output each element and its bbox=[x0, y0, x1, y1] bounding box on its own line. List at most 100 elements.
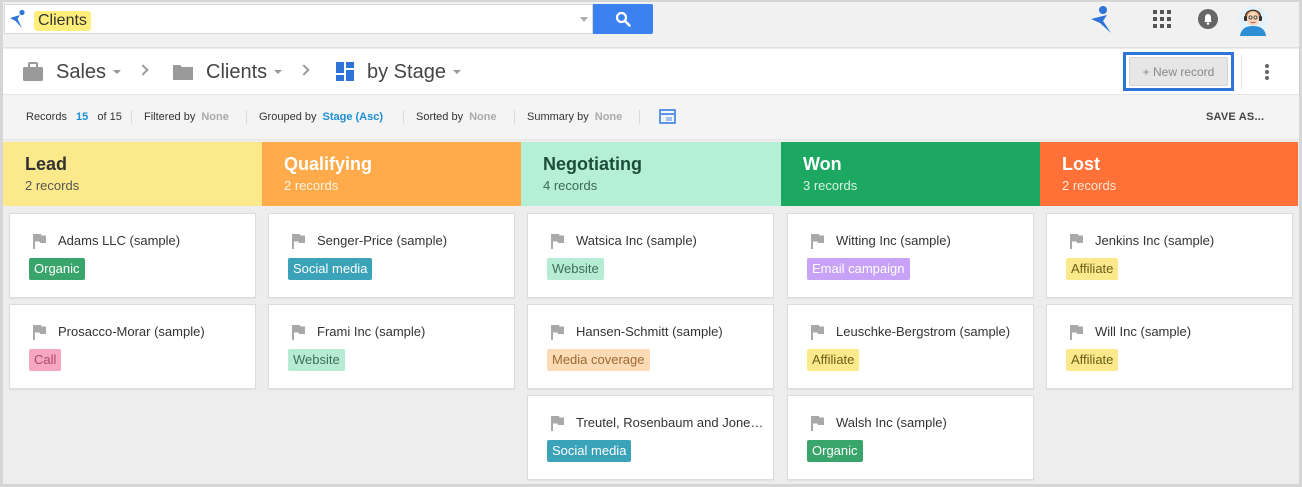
new-record-button[interactable]: + New record bbox=[1129, 57, 1228, 86]
sorted-by-control[interactable]: Sorted by None bbox=[416, 111, 497, 124]
record-card[interactable]: Witting Inc (sample) Email campaign bbox=[787, 213, 1034, 298]
flag-icon[interactable] bbox=[550, 324, 565, 340]
record-name[interactable]: Treutel, Rosenbaum and Jones (sample) bbox=[576, 415, 764, 431]
divider bbox=[403, 110, 404, 124]
record-name[interactable]: Jenkins Inc (sample) bbox=[1095, 233, 1283, 249]
record-card[interactable]: Leuschke-Bergstrom (sample) Affiliate bbox=[787, 304, 1034, 389]
column-record-count: 3 records bbox=[803, 178, 858, 193]
flag-icon[interactable] bbox=[550, 415, 565, 431]
source-tag: Social media bbox=[547, 440, 632, 462]
breadcrumb-clients[interactable]: Clients bbox=[206, 59, 283, 85]
app-logo-icon bbox=[10, 9, 25, 28]
record-card[interactable]: Jenkins Inc (sample) Affiliate bbox=[1046, 213, 1293, 298]
kanban-view-icon bbox=[336, 62, 354, 81]
divider bbox=[639, 110, 640, 124]
flag-icon[interactable] bbox=[32, 324, 47, 340]
record-name[interactable]: Watsica Inc (sample) bbox=[576, 233, 764, 249]
flag-icon[interactable] bbox=[291, 324, 306, 340]
source-tag: Call bbox=[29, 349, 62, 371]
record-name[interactable]: Leuschke-Bergstrom (sample) bbox=[836, 324, 1024, 340]
column-header-4: Lost 2 records bbox=[1040, 142, 1298, 206]
source-tag: Affiliate bbox=[1066, 349, 1119, 371]
divider bbox=[131, 110, 132, 124]
column-title: Won bbox=[803, 154, 842, 174]
breadcrumb-sales[interactable]: Sales bbox=[56, 59, 122, 85]
divider bbox=[246, 110, 247, 124]
summary-by-label: Summary by bbox=[527, 111, 589, 123]
record-card[interactable]: Walsh Inc (sample) Organic bbox=[787, 395, 1034, 480]
source-tag: Affiliate bbox=[1066, 258, 1119, 280]
search-input[interactable]: Clients bbox=[4, 4, 593, 34]
search-dropdown-icon[interactable] bbox=[580, 17, 588, 22]
source-tag: Media coverage bbox=[547, 349, 650, 371]
record-card[interactable]: Watsica Inc (sample) Website bbox=[527, 213, 774, 298]
flag-icon[interactable] bbox=[810, 324, 825, 340]
records-total: of 15 bbox=[97, 111, 122, 123]
record-card[interactable]: Prosacco-Morar (sample) Call bbox=[9, 304, 256, 389]
divider bbox=[514, 110, 515, 124]
user-avatar[interactable] bbox=[1238, 4, 1268, 36]
grouped-by-label: Grouped by bbox=[259, 111, 317, 123]
record-card[interactable]: Frami Inc (sample) Website bbox=[268, 304, 515, 389]
record-name[interactable]: Adams LLC (sample) bbox=[58, 233, 246, 249]
flag-icon[interactable] bbox=[32, 233, 47, 249]
column-record-count: 2 records bbox=[284, 178, 339, 193]
record-name[interactable]: Senger-Price (sample) bbox=[317, 233, 505, 249]
more-options-icon[interactable] bbox=[1265, 64, 1269, 80]
record-name[interactable]: Prosacco-Morar (sample) bbox=[58, 324, 246, 340]
apps-grid-icon[interactable] bbox=[1153, 10, 1171, 28]
chevron-down-icon bbox=[452, 70, 461, 74]
flag-icon[interactable] bbox=[291, 233, 306, 249]
flag-icon[interactable] bbox=[1069, 324, 1084, 340]
grouped-by-control[interactable]: Grouped by Stage (Asc) bbox=[259, 111, 383, 124]
records-count: 15 bbox=[76, 111, 89, 123]
source-tag: Affiliate bbox=[807, 349, 860, 371]
breadcrumb-by-stage[interactable]: by Stage bbox=[367, 59, 461, 85]
record-card[interactable]: Adams LLC (sample) Organic bbox=[9, 213, 256, 298]
chevron-down-icon bbox=[113, 70, 122, 74]
chevron-right-icon bbox=[298, 64, 310, 76]
record-name[interactable]: Hansen-Schmitt (sample) bbox=[576, 324, 764, 340]
divider bbox=[1241, 55, 1242, 89]
column-title: Negotiating bbox=[543, 154, 642, 174]
flag-icon[interactable] bbox=[550, 233, 565, 249]
filtered-by-control[interactable]: Filtered by None bbox=[144, 111, 229, 124]
record-name[interactable]: Walsh Inc (sample) bbox=[836, 415, 1024, 431]
calendar-view-icon[interactable] bbox=[659, 109, 676, 124]
chevron-down-icon bbox=[274, 70, 283, 74]
breadcrumb: Sales Clients by Stage + New record bbox=[3, 49, 1299, 95]
folder-icon bbox=[173, 65, 193, 80]
record-card[interactable]: Hansen-Schmitt (sample) Media coverage bbox=[527, 304, 774, 389]
column-header-0: Lead 2 records bbox=[3, 142, 262, 206]
record-name[interactable]: Frami Inc (sample) bbox=[317, 324, 505, 340]
records-summary: Records 15 of 15 bbox=[26, 111, 122, 124]
breadcrumb-label: Clients bbox=[206, 60, 268, 83]
summary-by-value: None bbox=[594, 111, 623, 123]
save-as-button[interactable]: SAVE AS... bbox=[1206, 111, 1264, 123]
sorted-by-value: None bbox=[469, 111, 497, 123]
breadcrumb-label: Sales bbox=[56, 60, 107, 83]
briefcase-icon bbox=[23, 62, 43, 81]
brand-logo-icon[interactable] bbox=[1089, 4, 1117, 34]
filtered-by-label: Filtered by bbox=[144, 111, 196, 123]
record-name[interactable]: Witting Inc (sample) bbox=[836, 233, 1024, 249]
grouped-by-value: Stage (Asc) bbox=[322, 111, 384, 123]
notifications-bell-icon[interactable] bbox=[1198, 9, 1218, 29]
column-title: Lead bbox=[25, 154, 68, 174]
column-header-1: Qualifying 2 records bbox=[262, 142, 521, 206]
search-query-chip[interactable]: Clients bbox=[34, 11, 91, 31]
source-tag: Organic bbox=[807, 440, 863, 462]
record-name[interactable]: Will Inc (sample) bbox=[1095, 324, 1283, 340]
summary-by-control[interactable]: Summary by None bbox=[527, 111, 622, 124]
filter-bar: Records 15 of 15 Filtered by None Grouped… bbox=[3, 95, 1299, 140]
record-card[interactable]: Senger-Price (sample) Social media bbox=[268, 213, 515, 298]
flag-icon[interactable] bbox=[810, 233, 825, 249]
record-card[interactable]: Will Inc (sample) Affiliate bbox=[1046, 304, 1293, 389]
record-card[interactable]: Treutel, Rosenbaum and Jones (sample) Soc… bbox=[527, 395, 774, 480]
search-button[interactable] bbox=[593, 4, 653, 34]
column-record-count: 2 records bbox=[25, 178, 80, 193]
flag-icon[interactable] bbox=[1069, 233, 1084, 249]
flag-icon[interactable] bbox=[810, 415, 825, 431]
top-bar: Clients bbox=[3, 2, 1299, 48]
filtered-by-value: None bbox=[201, 111, 229, 123]
